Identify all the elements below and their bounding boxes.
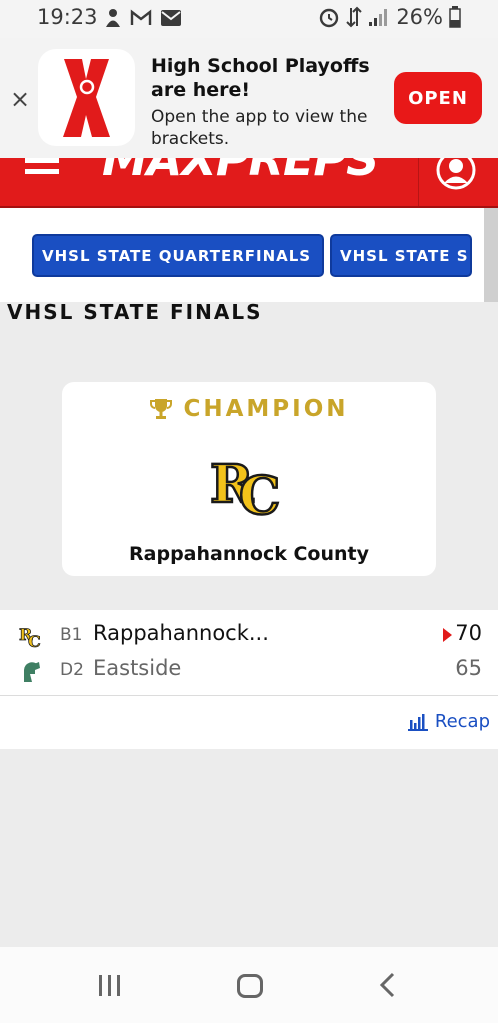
gmail-icon [130,9,152,25]
recap-label: Recap [434,711,490,732]
team-score: 70 [455,621,482,645]
hamburger-icon[interactable] [25,158,59,178]
champion-label: CHAMPION [183,396,349,422]
alarm-icon [320,8,339,28]
site-header: MAXPREPS [0,158,498,208]
user-icon[interactable] [436,158,476,190]
back-icon[interactable] [378,971,398,999]
tab-quarterfinals[interactable]: VHSL STATE QUARTERFINALS [32,234,324,277]
rc-logo-icon: R C [19,625,42,649]
site-logo[interactable]: MAXPREPS [102,158,379,186]
section-title: VHSL STATE FINALS [7,300,263,324]
status-time: 19:23 [37,5,98,29]
divider [0,695,498,696]
banner-title: High School Playoffs are here! [151,55,370,101]
app-notification-icon [106,9,120,27]
data-transfer-icon [346,6,363,28]
team-name[interactable]: Rappahannock... [93,621,269,645]
round-tabs: VHSL STATE QUARTERFINALS VHSL STATE SEMI… [0,208,498,302]
recents-icon[interactable] [99,975,120,996]
team-row[interactable]: R C B1 Rappahannock... 70 [0,618,498,652]
team-seed: B1 [60,625,83,645]
maxpreps-x-logo-icon [38,49,135,146]
status-bar: 19:23 26% [0,0,498,38]
team-seed: D2 [60,660,84,680]
winner-arrow-icon [443,628,452,642]
header-divider [418,158,419,206]
spartan-helmet-icon [24,662,40,682]
team-row[interactable]: D2 Eastside 65 [0,653,498,687]
scroll-edge [484,208,498,302]
champion-card[interactable]: CHAMPION R C Rappahannock County [62,382,436,576]
team-score: 65 [455,656,482,680]
battery-percent: 26% [396,5,443,29]
app-install-banner: × High School Playoffs are here! Open th… [0,38,498,158]
rc-logo-icon: R C [209,453,282,520]
open-app-button[interactable]: OPEN [394,72,482,124]
champion-heading: CHAMPION [62,396,436,422]
svg-text:C: C [28,632,41,649]
banner-subtitle: Open the app to view the brackets. [151,107,368,149]
bar-chart-icon [407,713,428,731]
close-banner-button[interactable]: × [10,85,30,113]
champion-team-name: Rappahannock County [129,543,369,565]
home-icon[interactable] [237,974,263,998]
tab-semifinals[interactable]: VHSL STATE SEMIFINALS [330,234,472,277]
recap-link[interactable]: Recap [407,711,490,732]
battery-icon [449,6,461,28]
signal-icon [369,9,388,26]
trophy-icon [150,399,173,419]
email-icon [161,10,181,26]
navigation-bar [0,947,498,1023]
svg-text:C: C [239,466,280,520]
game-result-card[interactable]: R C B1 Rappahannock... 70 D2 Eastside 65… [0,610,498,749]
team-name[interactable]: Eastside [93,656,181,680]
